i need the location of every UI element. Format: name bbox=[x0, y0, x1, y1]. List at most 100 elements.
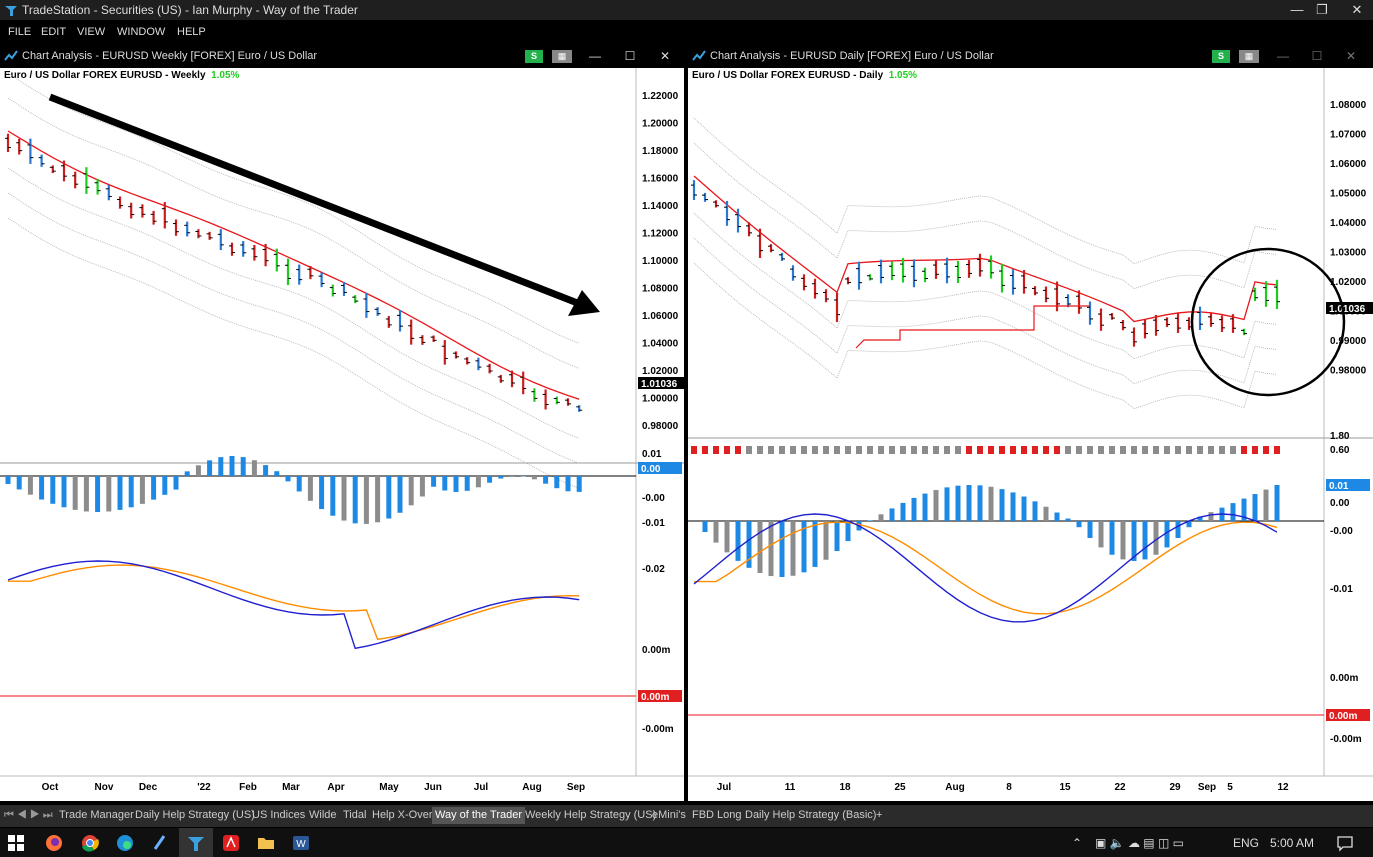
firefox-icon[interactable] bbox=[44, 833, 64, 853]
daily-chart-area[interactable]: Euro / US Dollar FOREX EURUSD - Daily 1.… bbox=[688, 68, 1373, 801]
histogram-bar bbox=[966, 485, 972, 521]
status-square bbox=[933, 446, 939, 454]
histogram-bar bbox=[408, 476, 414, 506]
app-title: TradeStation - Securities (US) - Ian Mur… bbox=[22, 3, 358, 17]
show-hidden-icons-icon[interactable]: ⌃ bbox=[1072, 836, 1082, 850]
price-tick-label: 1.20000 bbox=[642, 119, 679, 130]
tab-us-indices[interactable]: US Indices bbox=[252, 809, 305, 821]
histogram-bar bbox=[1010, 492, 1016, 521]
panel-minimize-icon[interactable]: — bbox=[580, 49, 610, 65]
histogram-bar bbox=[1274, 485, 1280, 521]
panel-minimize-icon[interactable]: — bbox=[1268, 49, 1298, 65]
x-axis-label: 8 bbox=[1006, 782, 1012, 793]
tab-add-button[interactable]: + bbox=[876, 809, 882, 821]
histogram-bar bbox=[95, 476, 101, 512]
menu-help[interactable]: HELP bbox=[177, 26, 206, 38]
notifications-icon[interactable] bbox=[1335, 833, 1355, 853]
tab-weekly-help-strategy-us[interactable]: Weekly Help Strategy (US) bbox=[525, 809, 656, 821]
strategy-s-button[interactable]: S bbox=[1212, 50, 1230, 63]
system-tray-icons[interactable]: ▣ 🔈 ☁ ▤ ◫ ▭ bbox=[1095, 836, 1184, 850]
histogram-bar bbox=[812, 521, 818, 567]
restore-icon[interactable]: ❐ bbox=[1305, 0, 1339, 20]
histogram-tick-label: -0.01 bbox=[1330, 584, 1353, 595]
status-square bbox=[977, 446, 983, 454]
tab-way-of-the-trader[interactable]: Way of the Trader bbox=[432, 807, 526, 824]
histogram-bar bbox=[1252, 494, 1258, 521]
price-tick-label: 1.02000 bbox=[642, 366, 679, 377]
status-square bbox=[1263, 446, 1269, 454]
bottom-tick-label: -0.00m bbox=[642, 724, 674, 735]
tab-fbd-long[interactable]: FBD Long bbox=[692, 809, 742, 821]
indicator-tick-label: 1.80 bbox=[1330, 431, 1350, 442]
tradestation-taskbar-icon[interactable] bbox=[186, 833, 206, 853]
histogram-bar bbox=[944, 487, 950, 521]
status-square bbox=[1109, 446, 1115, 454]
word-icon[interactable]: W bbox=[291, 833, 311, 853]
histogram-bar bbox=[475, 476, 481, 488]
file-explorer-icon[interactable] bbox=[256, 833, 276, 853]
strategy-s-button[interactable]: S bbox=[525, 50, 543, 63]
status-square bbox=[1175, 446, 1181, 454]
menu-file[interactable]: FILE bbox=[8, 26, 31, 38]
chart-options-button[interactable]: ▦ bbox=[552, 50, 572, 63]
tab-daily-help-strategy-us[interactable]: Daily Help Strategy (US) bbox=[135, 809, 255, 821]
histogram-bar bbox=[1076, 521, 1082, 528]
language-indicator[interactable]: ENG bbox=[1233, 836, 1259, 850]
x-axis-label: '22 bbox=[197, 782, 211, 793]
histogram-bar bbox=[83, 476, 89, 512]
histogram-bar bbox=[823, 521, 829, 560]
histogram-bar bbox=[1043, 506, 1049, 521]
acrobat-icon[interactable] bbox=[221, 833, 241, 853]
status-square bbox=[900, 446, 906, 454]
price-tick-label: 1.10000 bbox=[642, 256, 679, 267]
histogram-bar bbox=[106, 476, 112, 512]
bottom-tick-label: -0.00m bbox=[1330, 734, 1362, 745]
keltner-band-line bbox=[693, 212, 1278, 360]
weekly-chart-titlebar[interactable]: Chart Analysis - EURUSD Weekly [FOREX] E… bbox=[0, 44, 684, 68]
chrome-icon[interactable] bbox=[80, 833, 100, 853]
histogram-bar bbox=[999, 489, 1005, 521]
histogram-value-label: 0.00 bbox=[641, 464, 661, 475]
x-axis-label: Dec bbox=[139, 782, 158, 793]
panel-close-icon[interactable]: ✕ bbox=[650, 49, 680, 65]
status-square bbox=[702, 446, 708, 454]
histogram-tick-label: -0.00 bbox=[642, 493, 665, 504]
menu-bar: FILE EDIT VIEW WINDOW HELP bbox=[0, 22, 1373, 42]
tab-daily-help-strategy-basic[interactable]: Daily Help Strategy (Basic) bbox=[745, 809, 876, 821]
weekly-chart-area[interactable]: Euro / US Dollar FOREX EURUSD - Weekly 1… bbox=[0, 68, 684, 801]
histogram-bar bbox=[900, 502, 906, 521]
histogram-tick-label: -0.02 bbox=[642, 564, 665, 575]
tab-wilde[interactable]: Wilde bbox=[309, 809, 337, 821]
status-square bbox=[1043, 446, 1049, 454]
weekly-chart-window: Chart Analysis - EURUSD Weekly [FOREX] E… bbox=[0, 44, 684, 801]
price-tick-label: 1.18000 bbox=[642, 146, 679, 157]
tab-eminis[interactable]: eMini's bbox=[652, 809, 686, 821]
menu-view[interactable]: VIEW bbox=[77, 26, 105, 38]
histogram-bar bbox=[1032, 501, 1038, 521]
histogram-bar bbox=[263, 465, 269, 476]
daily-chart-titlebar[interactable]: Chart Analysis - EURUSD Daily [FOREX] Eu… bbox=[688, 44, 1373, 68]
windows-start-icon[interactable] bbox=[6, 833, 26, 853]
tab-trade-manager[interactable]: Trade Manager bbox=[59, 809, 134, 821]
panel-close-icon[interactable]: ✕ bbox=[1336, 49, 1366, 65]
status-square bbox=[1186, 446, 1192, 454]
menu-edit[interactable]: EDIT bbox=[41, 26, 66, 38]
histogram-bar bbox=[128, 476, 134, 508]
panel-maximize-icon[interactable]: ☐ bbox=[615, 49, 645, 65]
histogram-bar bbox=[117, 476, 123, 510]
tab-tidal[interactable]: Tidal bbox=[343, 809, 366, 821]
clock[interactable]: 5:00 AM bbox=[1270, 836, 1314, 850]
price-tick-label: 1.08000 bbox=[1330, 100, 1367, 111]
pen-app-icon[interactable] bbox=[150, 833, 170, 853]
tabs-scroll-arrows-icon[interactable]: ⏮ ◀ ▶ ⏭ bbox=[4, 809, 53, 822]
tab-help-x-over[interactable]: Help X-Over bbox=[372, 809, 433, 821]
histogram-bar bbox=[1208, 512, 1214, 521]
close-icon[interactable]: ✕ bbox=[1340, 0, 1373, 20]
price-tick-label: 1.08000 bbox=[642, 284, 679, 295]
chart-options-button[interactable]: ▦ bbox=[1239, 50, 1259, 63]
histogram-bar bbox=[375, 476, 381, 523]
menu-window[interactable]: WINDOW bbox=[117, 26, 165, 38]
panel-maximize-icon[interactable]: ☐ bbox=[1302, 49, 1332, 65]
histogram-bar bbox=[61, 476, 67, 508]
edge-icon[interactable] bbox=[115, 833, 135, 853]
